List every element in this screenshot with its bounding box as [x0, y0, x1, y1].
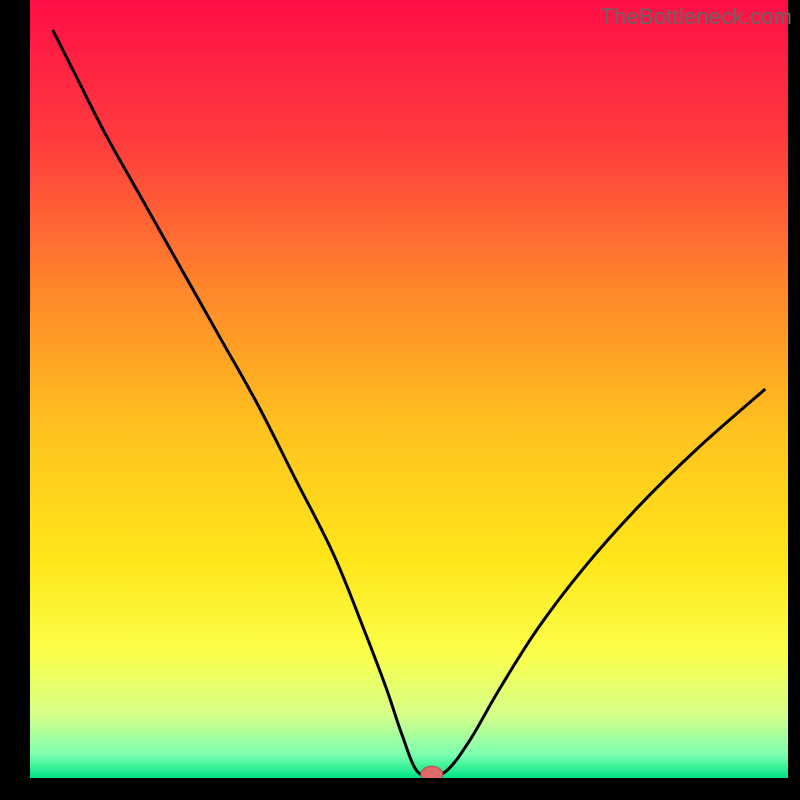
watermark-text: TheBottleneck.com — [600, 4, 792, 30]
plot-background — [30, 0, 788, 778]
frame-left — [0, 0, 30, 800]
chart-svg — [0, 0, 800, 800]
chart-root: TheBottleneck.com — [0, 0, 800, 800]
frame-right — [788, 0, 800, 800]
frame-bottom — [0, 778, 800, 800]
